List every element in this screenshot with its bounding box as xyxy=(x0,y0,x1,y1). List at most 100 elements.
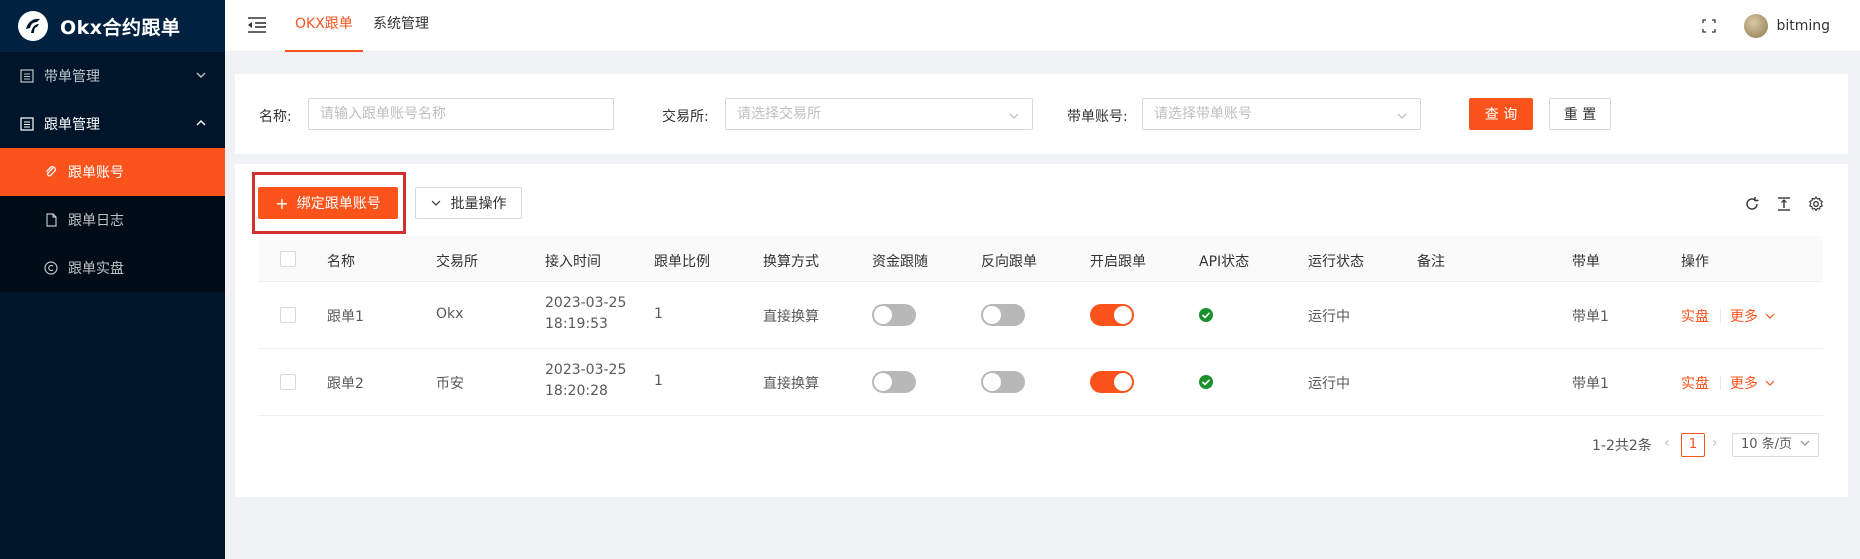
column-height-icon[interactable] xyxy=(1776,196,1792,212)
row-checkbox[interactable] xyxy=(280,307,296,323)
top-header: OKX跟单 系统管理 bitming xyxy=(225,0,1860,52)
check-circle-icon xyxy=(1199,308,1213,322)
column-header: 带单 xyxy=(1572,254,1600,270)
more-dropdown[interactable]: 更多 xyxy=(1730,373,1775,393)
name-input[interactable]: 请输入跟单账号名称 xyxy=(308,98,614,130)
chevron-down-icon xyxy=(1008,109,1020,121)
row-checkbox[interactable] xyxy=(280,374,296,390)
column-header: API状态 xyxy=(1199,254,1250,270)
live-link[interactable]: 实盘 xyxy=(1681,373,1709,393)
chevron-up-icon xyxy=(195,117,207,129)
enable-follow-switch[interactable] xyxy=(1090,371,1134,393)
enable-follow-switch[interactable] xyxy=(1090,304,1134,326)
live-link[interactable]: 实盘 xyxy=(1681,306,1709,326)
cell-time: 18:20:28 xyxy=(545,383,608,399)
column-header: 跟单比例 xyxy=(654,254,710,270)
prev-page-icon[interactable]: ‹ xyxy=(1664,435,1670,451)
sidebar-group-label: 跟单管理 xyxy=(44,117,100,133)
table-row: 跟单2 币安 2023-03-25 18:20:28 1 直接换算 运行中 带单… xyxy=(258,349,1823,416)
cell-lead: 带单1 xyxy=(1572,376,1609,392)
chevron-down-icon xyxy=(1765,378,1775,388)
select-all-checkbox[interactable] xyxy=(280,251,296,267)
column-header: 交易所 xyxy=(436,254,478,270)
cell-name: 跟单1 xyxy=(327,309,364,325)
column-header: 备注 xyxy=(1417,254,1445,270)
sidebar-item-follow-accounts[interactable]: 跟单账号 xyxy=(0,148,225,196)
cell-ratio: 1 xyxy=(654,373,663,389)
cell-name: 跟单2 xyxy=(327,376,364,392)
lead-account-label: 带单账号: xyxy=(1067,109,1128,125)
column-header: 接入时间 xyxy=(545,254,601,270)
more-dropdown[interactable]: 更多 xyxy=(1730,306,1775,326)
app-logo[interactable]: Okx合约跟单 xyxy=(0,0,225,52)
cell-status: 运行中 xyxy=(1308,309,1350,325)
action-divider xyxy=(1720,376,1721,390)
sidebar-group-lead-management[interactable]: 带单管理 xyxy=(0,52,225,100)
column-header: 资金跟随 xyxy=(872,254,928,270)
cell-exchange: 币安 xyxy=(436,376,464,392)
batch-operation-button[interactable]: 批量操作 xyxy=(415,187,522,219)
sidebar-item-label: 跟单账号 xyxy=(68,165,124,181)
reload-icon[interactable] xyxy=(1744,196,1760,212)
sidebar-item-follow-live[interactable]: 跟单实盘 xyxy=(0,244,225,292)
fullscreen-icon[interactable] xyxy=(1702,19,1717,33)
username[interactable]: bitming xyxy=(1776,18,1830,34)
exchange-select[interactable]: 请选择交易所 xyxy=(725,98,1033,130)
chevron-down-icon xyxy=(1396,109,1408,121)
cell-date: 2023-03-25 xyxy=(545,362,627,378)
column-header: 操作 xyxy=(1681,254,1709,270)
list-icon xyxy=(20,69,34,83)
copyright-icon xyxy=(44,261,58,275)
chevron-down-icon xyxy=(1765,311,1775,321)
query-button[interactable]: 查 询 xyxy=(1469,98,1533,130)
cell-date: 2023-03-25 xyxy=(545,295,627,311)
sidebar-item-follow-logs[interactable]: 跟单日志 xyxy=(0,196,225,244)
cell-time: 18:19:53 xyxy=(545,316,608,332)
list-icon xyxy=(20,117,34,131)
sidebar: Okx合约跟单 带单管理 跟单管理 跟单账号 跟单日志 跟单实盘 xyxy=(0,0,225,559)
setting-icon[interactable] xyxy=(1808,195,1824,212)
highlight-box xyxy=(252,172,406,234)
name-label: 名称: xyxy=(259,109,292,125)
link-icon xyxy=(44,165,58,179)
sidebar-submenu: 跟单账号 跟单日志 跟单实盘 xyxy=(0,148,225,292)
column-header: 开启跟单 xyxy=(1090,254,1146,270)
cell-method: 直接换算 xyxy=(763,376,819,392)
reverse-follow-switch[interactable] xyxy=(981,304,1025,326)
tab-system-management[interactable]: 系统管理 xyxy=(369,0,433,52)
avatar[interactable] xyxy=(1744,14,1769,38)
cell-method: 直接换算 xyxy=(763,309,819,325)
exchange-label: 交易所: xyxy=(662,109,709,125)
sidebar-group-follow-management[interactable]: 跟单管理 xyxy=(0,100,225,148)
reverse-follow-switch[interactable] xyxy=(981,371,1025,393)
table-row: 跟单1 Okx 2023-03-25 18:19:53 1 直接换算 运行中 带… xyxy=(258,282,1823,349)
next-page-icon[interactable]: › xyxy=(1712,435,1718,451)
sidebar-item-label: 跟单日志 xyxy=(68,213,124,229)
chevron-down-icon xyxy=(1800,438,1810,448)
cell-status: 运行中 xyxy=(1308,376,1350,392)
chevron-down-icon xyxy=(195,69,207,81)
fund-follow-switch[interactable] xyxy=(872,371,916,393)
menu-fold-icon[interactable] xyxy=(247,16,267,34)
column-header: 反向跟单 xyxy=(981,254,1037,270)
table-header: 名称 交易所 接入时间 跟单比例 换算方式 资金跟随 反向跟单 开启跟单 API… xyxy=(258,236,1823,282)
column-header: 换算方式 xyxy=(763,254,819,270)
pagination-total: 1-2共2条 xyxy=(1592,438,1652,454)
column-header: 运行状态 xyxy=(1308,254,1364,270)
lead-account-select[interactable]: 请选择带单账号 xyxy=(1142,98,1421,130)
fund-follow-switch[interactable] xyxy=(872,304,916,326)
page-size-select[interactable]: 10 条/页 xyxy=(1732,433,1820,457)
tab-okx-follow[interactable]: OKX跟单 xyxy=(285,0,363,52)
reset-button[interactable]: 重 置 xyxy=(1549,98,1611,130)
chevron-down-icon xyxy=(431,198,441,208)
check-circle-icon xyxy=(1199,375,1213,389)
file-icon xyxy=(44,213,58,227)
cell-ratio: 1 xyxy=(654,306,663,322)
sidebar-group-label: 带单管理 xyxy=(44,69,100,85)
logo-icon xyxy=(18,11,48,41)
app-title: Okx合约跟单 xyxy=(60,16,181,39)
cell-lead: 带单1 xyxy=(1572,309,1609,325)
action-divider xyxy=(1720,309,1721,323)
page-number[interactable]: 1 xyxy=(1681,433,1705,457)
cell-exchange: Okx xyxy=(436,306,464,322)
